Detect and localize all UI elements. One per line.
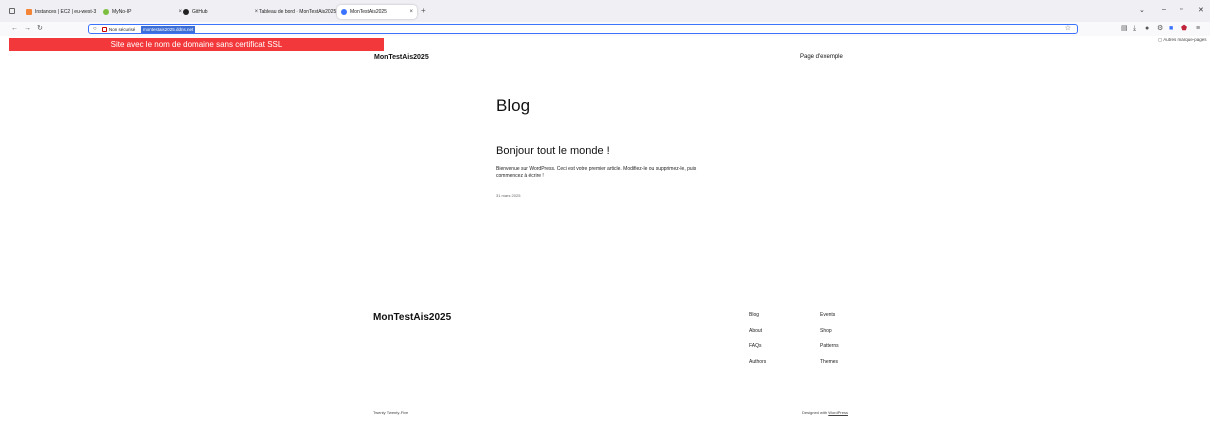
tab-github[interactable]: GitHub × <box>183 5 258 19</box>
tab-ec2-instances[interactable]: Instances | EC2 | eu-west-3 × <box>26 5 109 19</box>
menu-icon[interactable]: ≡ <box>1196 25 1200 33</box>
not-secure-label: Non sécurisé <box>109 27 136 32</box>
footer-link-themes[interactable]: Themes <box>820 359 838 365</box>
globe-icon <box>341 9 347 15</box>
designed-with-label: Designed with <box>802 410 828 415</box>
footer-link-authors[interactable]: Authors <box>749 359 766 365</box>
forward-icon[interactable]: → <box>24 24 31 34</box>
page-info-icon[interactable]: ○ <box>93 26 97 33</box>
footer-link-shop[interactable]: Shop <box>820 328 832 334</box>
reader-view-icon[interactable]: ▤ <box>1121 25 1128 33</box>
github-icon <box>183 9 189 15</box>
ublock-icon[interactable]: ⬟ <box>1181 25 1187 33</box>
account-icon[interactable]: ● <box>1145 25 1149 33</box>
footer-link-patterns[interactable]: Patterns <box>820 343 839 349</box>
tab-label: MonTestAis2025 <box>350 9 387 15</box>
post-title[interactable]: Bonjour tout le monde ! <box>496 145 610 157</box>
wordpress-link[interactable]: WordPress <box>828 410 848 415</box>
url-text[interactable]: montestais2025.ddns.net <box>141 26 196 33</box>
close-icon[interactable]: × <box>178 5 182 19</box>
minimize-icon[interactable]: – <box>1162 6 1166 13</box>
footer-site-title[interactable]: MonTestAis2025 <box>373 312 451 323</box>
close-icon[interactable]: × <box>255 5 259 19</box>
download-icon[interactable]: ⤓ <box>1133 25 1136 33</box>
designed-with-credit: Designed with WordPress <box>802 410 848 415</box>
new-tab-button[interactable]: + <box>421 7 426 15</box>
other-bookmarks-label: Autres marque-pages <box>1163 37 1207 42</box>
other-bookmarks[interactable]: ▢ Autres marque-pages <box>1158 37 1207 43</box>
tab-bar: Instances | EC2 | eu-west-3 × MyNo-IP × … <box>0 0 1210 22</box>
close-icon[interactable]: × <box>409 5 413 19</box>
close-window-icon[interactable]: ✕ <box>1198 6 1204 14</box>
page-title: Blog <box>496 96 531 115</box>
site-title[interactable]: MonTestAis2025 <box>374 54 429 61</box>
post-excerpt: Bienvenue sur WordPress. Ceci est votre … <box>496 166 697 179</box>
theme-credit: Twenty Twenty-Five <box>373 410 409 415</box>
footer-link-faqs[interactable]: FAQs <box>749 343 762 349</box>
aws-icon <box>26 9 32 15</box>
tab-noip[interactable]: MyNo-IP × <box>103 5 182 19</box>
tab-montestais2025[interactable]: MonTestAis2025 × <box>337 5 417 19</box>
tab-label: MyNo-IP <box>112 9 132 15</box>
tab-overview-icon[interactable] <box>9 8 15 14</box>
tab-label: Instances | EC2 | eu-west-3 <box>35 9 97 15</box>
tab-label: GitHub <box>192 9 208 15</box>
tab-label: Tableau de bord · MonTestAis2025 · <box>259 9 340 15</box>
post-date: 31 mars 2025 <box>496 193 521 198</box>
reload-icon[interactable]: ↻ <box>37 24 43 34</box>
maximize-icon[interactable]: ▫ <box>1180 6 1182 13</box>
insecure-lock-icon <box>102 27 107 32</box>
footer-link-events[interactable]: Events <box>820 312 835 318</box>
not-secure-indicator[interactable]: Non sécurisé <box>102 26 135 33</box>
list-tabs-icon[interactable]: ⌄ <box>1139 6 1145 14</box>
back-icon[interactable]: ← <box>11 24 18 34</box>
extensions-icon[interactable]: ⚙ <box>1157 25 1163 33</box>
url-bar[interactable]: ○ Non sécurisé montestais2025.ddns.net ☆ <box>88 24 1078 34</box>
noip-icon <box>103 9 109 15</box>
footer-link-about[interactable]: About <box>749 328 762 334</box>
nav-link-sample-page[interactable]: Page d'exemple <box>800 54 843 60</box>
tab-wp-dashboard[interactable]: Tableau de bord · MonTestAis2025 · × <box>259 5 348 19</box>
extension-blue-icon[interactable]: ■ <box>1169 25 1173 33</box>
footer-link-blog[interactable]: Blog <box>749 312 759 318</box>
bookmark-star-icon[interactable]: ☆ <box>1065 25 1071 33</box>
ssl-warning-banner: Site avec le nom de domaine sans certifi… <box>9 38 384 51</box>
